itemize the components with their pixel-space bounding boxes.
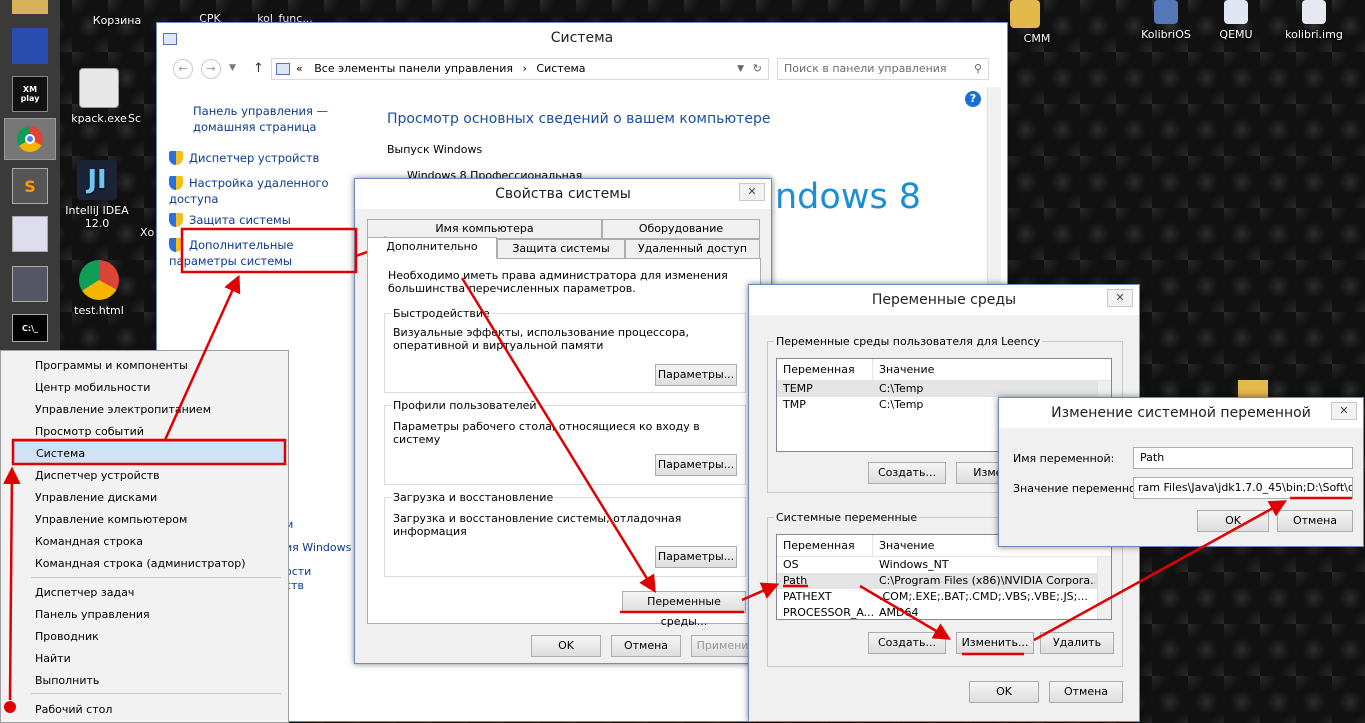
arrow-to-value-field (1033, 500, 1288, 642)
annotation-marks (3, 227, 1352, 701)
annotation-start-dot (4, 701, 16, 713)
highlight-system-item (11, 438, 287, 466)
highlight-advanced-link (180, 227, 358, 274)
arrow-system-to-advanced (163, 274, 241, 441)
arrow-to-edit-button (859, 584, 952, 640)
arrow-to-env-button (460, 277, 656, 593)
arrow-to-path (741, 582, 780, 602)
arrow-desktop-to-system (3, 466, 21, 701)
tab-advanced[interactable]: Дополнительно (367, 237, 497, 259)
annotation-overlay (3, 227, 1352, 713)
